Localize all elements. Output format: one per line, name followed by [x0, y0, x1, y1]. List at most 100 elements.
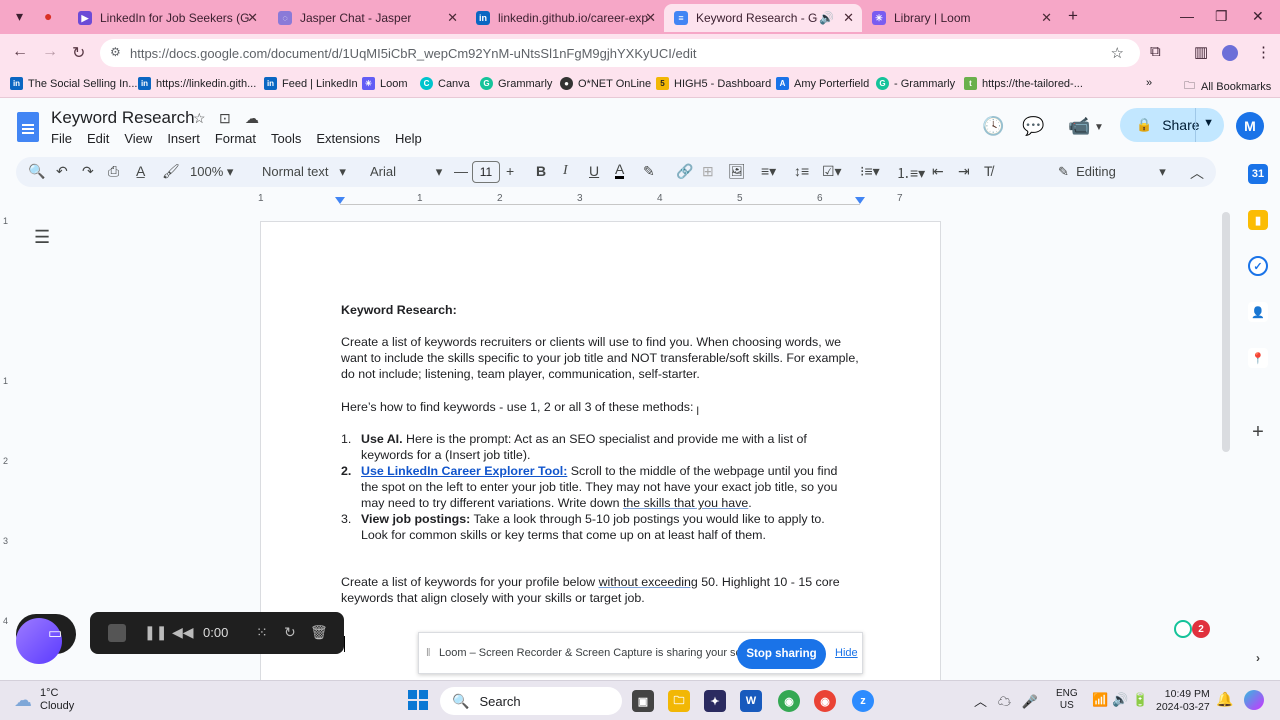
document-page[interactable]: Keyword Research: Create a list of keywo…: [260, 221, 941, 691]
all-bookmarks-button[interactable]: 🗀 All Bookmarks: [1184, 77, 1271, 96]
star-icon[interactable]: ☆: [193, 110, 206, 127]
line-spacing-icon[interactable]: ↕≡: [794, 163, 809, 179]
weather-widget[interactable]: ☁ 1°C Cloudy: [14, 687, 74, 713]
undo-icon[interactable]: ↶: [56, 163, 68, 180]
tab-close-icon[interactable]: ✕: [645, 10, 656, 26]
bold-icon[interactable]: B: [536, 163, 546, 179]
site-info-icon[interactable]: ⚙: [110, 45, 121, 59]
highlight-color-icon[interactable]: ✎: [643, 163, 655, 180]
bookmark-item[interactable]: A Amy Porterfield: [776, 77, 869, 90]
restart-icon[interactable]: ↻: [284, 624, 296, 641]
bookmark-star-icon[interactable]: ☆: [1111, 44, 1124, 62]
extensions-puzzle-icon[interactable]: ⧉: [1150, 43, 1161, 60]
right-indent-marker[interactable]: [855, 197, 865, 204]
wifi-icon[interactable]: 📶: [1092, 692, 1108, 708]
clear-formatting-icon[interactable]: T̸: [984, 163, 993, 179]
drag-handle-icon[interactable]: ‖: [426, 647, 431, 659]
menu-insert[interactable]: Insert: [167, 131, 200, 146]
paragraph-style-select[interactable]: Normal text ▾: [262, 164, 346, 180]
add-comment-icon[interactable]: ⊞: [702, 163, 714, 180]
grammar-suggestion-text[interactable]: the skills that you have: [623, 496, 748, 510]
contacts-icon[interactable]: 👤: [1248, 302, 1268, 322]
tab-close-icon[interactable]: ✕: [447, 10, 458, 26]
word-icon[interactable]: W: [740, 690, 762, 712]
tab-actions-icon[interactable]: ▾: [16, 8, 23, 25]
maps-pin-icon[interactable]: 📍: [1248, 348, 1268, 368]
loom-camera-bubble[interactable]: ▭: [16, 614, 76, 664]
insert-link-icon[interactable]: 🔗: [676, 163, 693, 180]
delete-trash-icon[interactable]: 🗑: [310, 624, 328, 641]
document-title[interactable]: Keyword Research: [51, 108, 195, 128]
notification-bell-icon[interactable]: 🔔: [1216, 691, 1233, 708]
increase-indent-icon[interactable]: ⇥: [958, 163, 970, 180]
grid-icon[interactable]: ⁙: [256, 624, 268, 641]
menu-file[interactable]: File: [51, 131, 72, 146]
meet-video-icon[interactable]: 📹: [1068, 116, 1090, 137]
calendar-icon[interactable]: 31: [1248, 164, 1268, 184]
window-close-icon[interactable]: ✕: [1252, 8, 1264, 25]
menu-edit[interactable]: Edit: [87, 131, 109, 146]
career-explorer-link[interactable]: Use LinkedIn Career Explorer Tool:: [361, 464, 567, 478]
numbered-list-icon[interactable]: ⒈≡▾: [896, 163, 925, 183]
align-icon[interactable]: ≡▾: [761, 163, 776, 180]
print-icon[interactable]: ⎙: [108, 163, 119, 180]
checklist-icon[interactable]: ☑▾: [822, 163, 842, 180]
share-dropdown-chevron-icon[interactable]: ▼: [1203, 117, 1214, 129]
browser-menu-icon[interactable]: ⋮: [1256, 43, 1271, 61]
onedrive-cloud-icon[interactable]: ☁: [998, 694, 1011, 709]
show-side-panel-chevron-icon[interactable]: ›: [1248, 648, 1268, 668]
menu-help[interactable]: Help: [395, 131, 422, 146]
task-view-icon[interactable]: ▣: [632, 690, 654, 712]
text-color-icon[interactable]: A: [615, 162, 625, 179]
forward-arrow-icon[interactable]: →: [42, 43, 58, 61]
address-bar[interactable]: ⚙ https://docs.google.com/document/d/1Uq…: [100, 39, 1140, 67]
browser-tab[interactable]: ◌ Jasper Chat - Jasper ✕: [268, 4, 466, 32]
bookmark-item[interactable]: in The Social Selling In...: [10, 77, 137, 90]
italic-icon[interactable]: I: [563, 163, 568, 179]
bookmark-item[interactable]: ● O*NET OnLine: [560, 77, 651, 90]
microphone-icon[interactable]: 🎤: [1022, 694, 1038, 709]
paint-format-icon[interactable]: 🖌: [162, 163, 180, 180]
menu-tools[interactable]: Tools: [271, 131, 301, 146]
bookmark-item[interactable]: ✳ Loom: [362, 77, 408, 90]
minimize-icon[interactable]: —: [1180, 8, 1194, 24]
search-menus-icon[interactable]: 🔍: [28, 163, 45, 180]
zoom-app-icon[interactable]: z: [852, 690, 874, 712]
version-history-icon[interactable]: 🕓: [982, 116, 1004, 137]
bookmark-item[interactable]: G Grammarly: [480, 77, 552, 90]
tab-close-icon[interactable]: ✕: [1041, 10, 1052, 26]
reload-icon[interactable]: ↻: [72, 43, 85, 63]
bookmark-item[interactable]: t https://the-tailored-...: [964, 77, 1083, 90]
grammarly-widget[interactable]: 2: [1174, 618, 1214, 640]
audio-playing-icon[interactable]: 🔊: [819, 11, 834, 25]
decrease-indent-icon[interactable]: ⇤: [932, 163, 944, 180]
language-indicator[interactable]: ENG US: [1056, 688, 1078, 712]
pause-icon[interactable]: ❚❚: [144, 624, 167, 641]
menu-extensions[interactable]: Extensions: [316, 131, 380, 146]
bookmarks-overflow-chevron-icon[interactable]: »: [1146, 77, 1152, 89]
editing-mode-select[interactable]: ✎ Editing ▾: [1058, 164, 1166, 180]
chrome-icon[interactable]: ◉: [778, 690, 800, 712]
file-explorer-icon[interactable]: 🗀: [668, 690, 690, 712]
chrome-profile-icon[interactable]: ◉: [814, 690, 836, 712]
font-size-input[interactable]: 11: [472, 161, 500, 183]
menu-format[interactable]: Format: [215, 131, 256, 146]
browser-tab-active[interactable]: ≡ Keyword Research - Google 🔊 ✕: [664, 4, 862, 32]
taskbar-search[interactable]: 🔍 Search: [440, 687, 622, 715]
cloud-saved-icon[interactable]: ☁: [245, 110, 259, 127]
bookmark-item[interactable]: G - Grammarly: [876, 77, 955, 90]
bookmark-item[interactable]: in Feed | LinkedIn: [264, 77, 358, 90]
tab-close-icon[interactable]: ✕: [843, 10, 854, 26]
google-docs-logo-icon[interactable]: [17, 112, 39, 142]
vertical-ruler[interactable]: 1 1 2 3 4: [0, 208, 14, 678]
bookmark-item[interactable]: 5 HIGH5 - Dashboard: [656, 77, 771, 90]
stop-sharing-button[interactable]: Stop sharing: [737, 639, 826, 669]
keep-icon[interactable]: ▮: [1248, 210, 1268, 230]
tasks-icon[interactable]: ✓: [1248, 256, 1268, 276]
move-folder-icon[interactable]: ⊡: [219, 110, 231, 127]
increase-font-size-icon[interactable]: +: [506, 163, 514, 179]
taskbar-clock[interactable]: 10:49 PM 2024-03-27: [1156, 688, 1210, 714]
bulleted-list-icon[interactable]: ⁝≡▾: [860, 163, 880, 180]
document-outline-icon[interactable]: ☰: [34, 227, 50, 248]
battery-icon[interactable]: 🔋: [1132, 692, 1148, 708]
